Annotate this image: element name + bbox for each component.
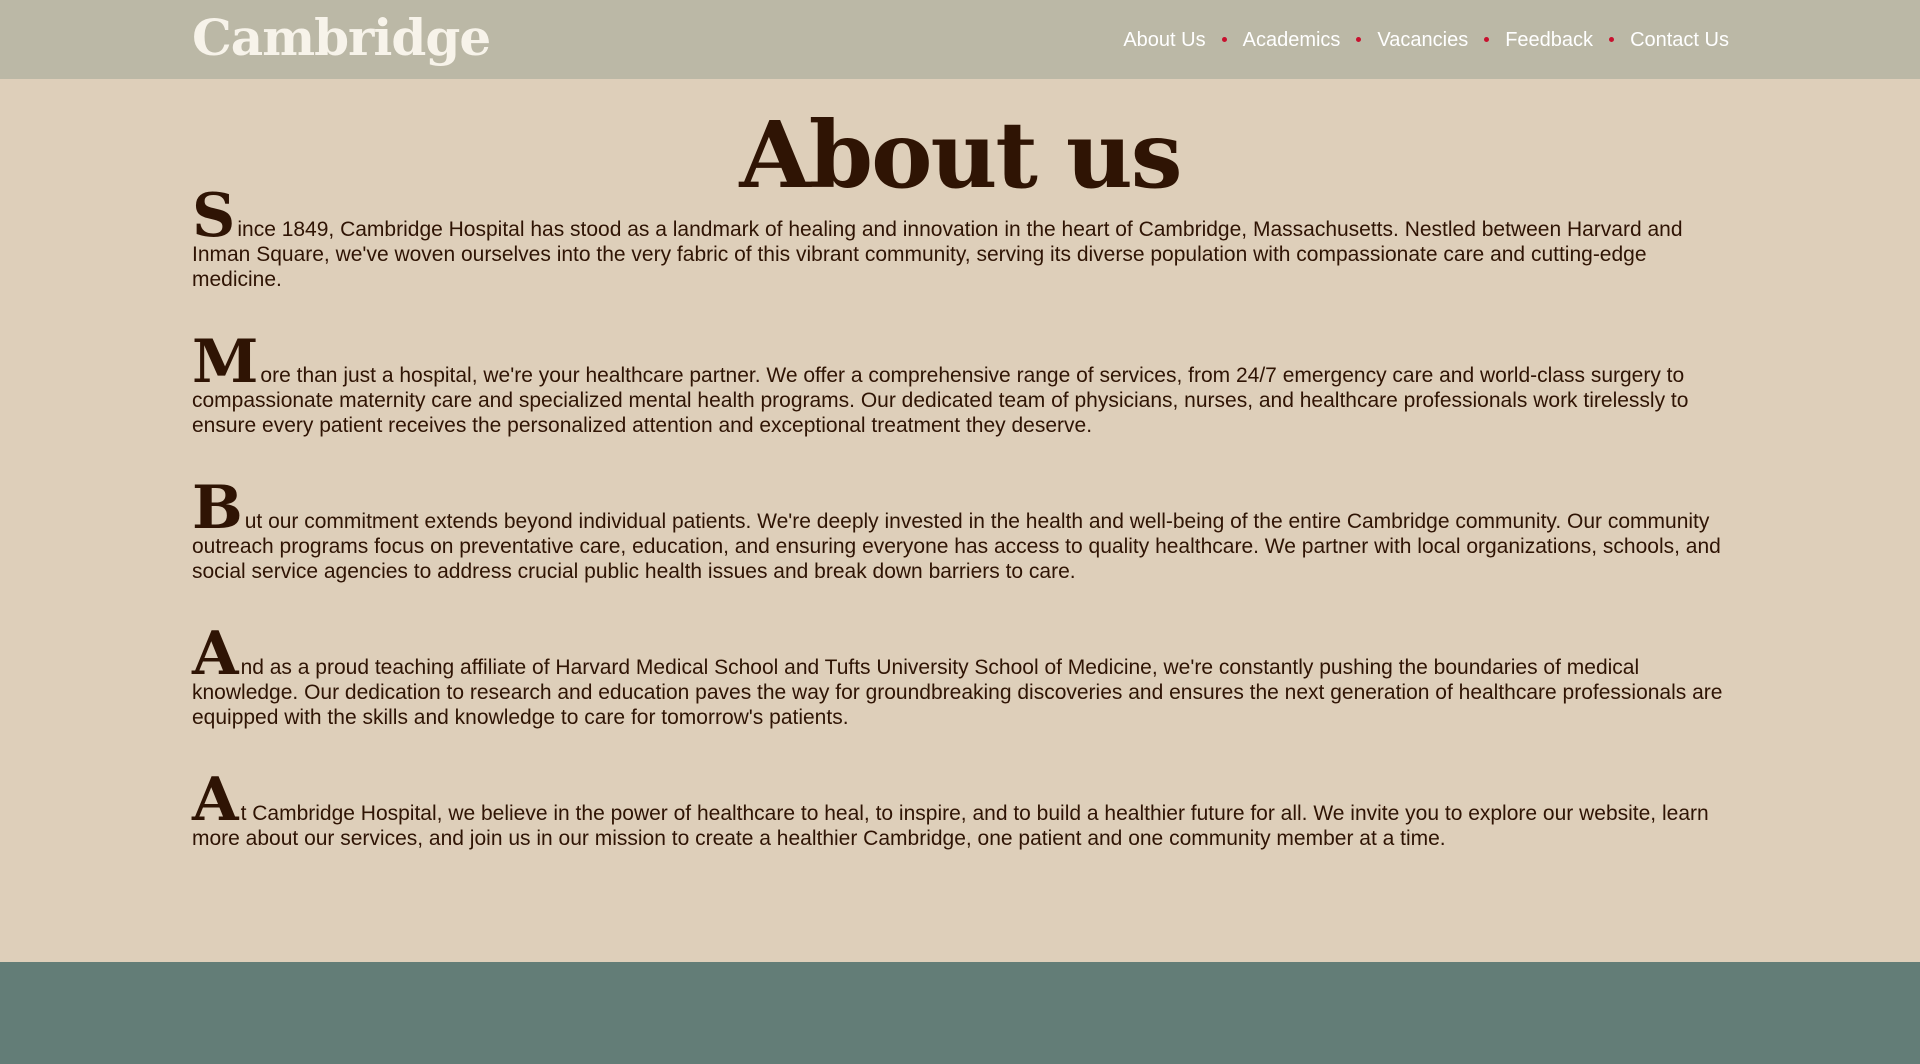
main-navigation: About Us Academics Vacancies Feedback Co… <box>1123 27 1729 53</box>
top-nav-bar: Cambridge About Us Academics Vacancies F… <box>0 0 1920 79</box>
paragraph-text: t Cambridge Hospital, we believe in the … <box>192 802 1709 850</box>
nav-separator-dot <box>1221 36 1227 42</box>
paragraph-text: ore than just a hospital, we're your hea… <box>192 364 1689 437</box>
nav-link-vacancies[interactable]: Vacancies <box>1377 27 1468 53</box>
drop-cap: M <box>192 327 259 397</box>
drop-cap: A <box>192 619 239 689</box>
nav-separator-dot <box>1484 36 1490 42</box>
nav-separator-dot <box>1356 36 1362 42</box>
drop-cap: B <box>192 473 243 543</box>
nav-separator-dot <box>1609 36 1615 42</box>
about-paragraph: But our commitment extends beyond indivi… <box>192 478 1732 584</box>
paragraph-text: ince 1849, Cambridge Hospital has stood … <box>192 218 1683 291</box>
about-content: Since 1849, Cambridge Hospital has stood… <box>192 186 1732 909</box>
drop-cap: S <box>192 181 236 251</box>
nav-link-feedback[interactable]: Feedback <box>1505 27 1593 53</box>
paragraph-text: nd as a proud teaching affiliate of Harv… <box>192 656 1723 729</box>
site-logo[interactable]: Cambridge <box>192 8 491 68</box>
nav-link-academics[interactable]: Academics <box>1243 27 1341 53</box>
nav-link-contact-us[interactable]: Contact Us <box>1630 27 1729 53</box>
about-paragraph: Since 1849, Cambridge Hospital has stood… <box>192 186 1732 292</box>
drop-cap: A <box>192 765 239 835</box>
paragraph-text: ut our commitment extends beyond individ… <box>192 510 1721 583</box>
nav-link-about-us[interactable]: About Us <box>1123 27 1205 53</box>
page-title: About us <box>739 101 1182 209</box>
about-paragraph: And as a proud teaching affiliate of Har… <box>192 624 1732 730</box>
about-paragraph: More than just a hospital, we're your he… <box>192 332 1732 438</box>
about-paragraph: At Cambridge Hospital, we believe in the… <box>192 770 1732 851</box>
page-footer <box>0 962 1920 1064</box>
